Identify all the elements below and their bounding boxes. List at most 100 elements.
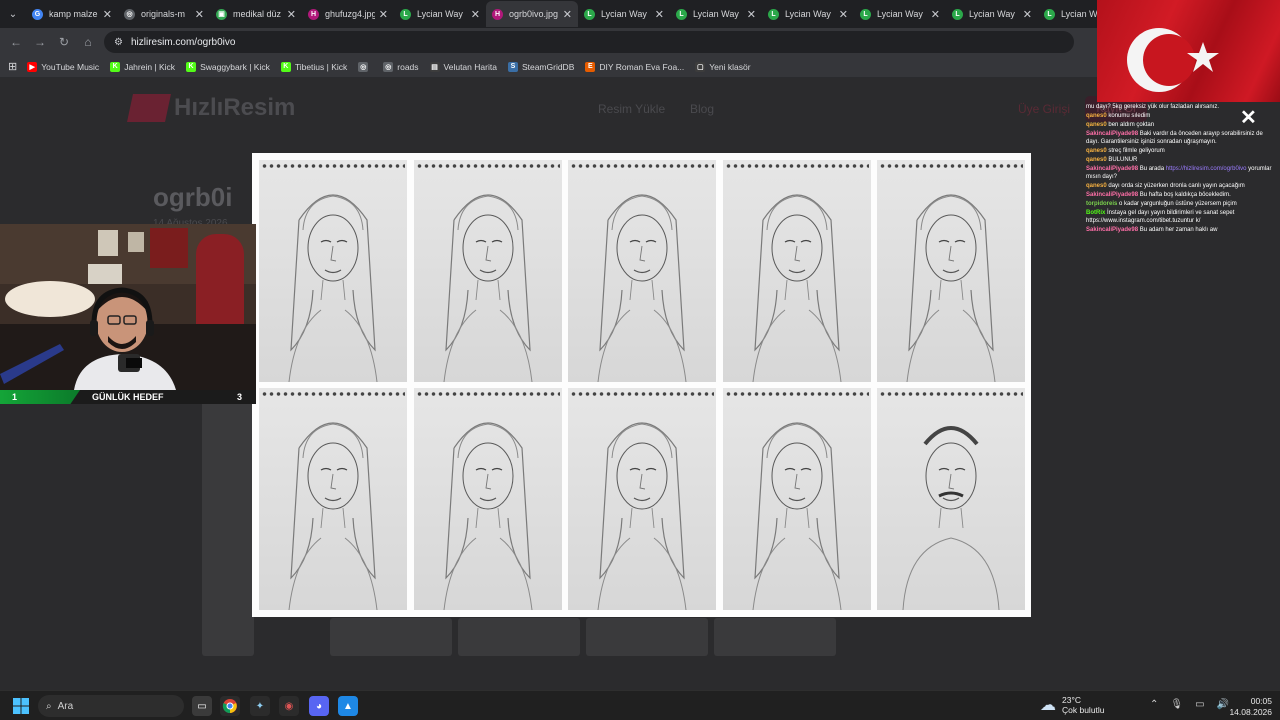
back-button[interactable]: ← (4, 35, 28, 49)
tab-close-icon[interactable]: ✕ (379, 8, 388, 21)
portrait-sketch (722, 160, 871, 382)
chat-text: Bu arada (1139, 166, 1165, 172)
tab-close-icon[interactable]: ✕ (839, 8, 848, 21)
browser-tab[interactable]: L Lycian Way ✕ (762, 1, 854, 27)
portrait-sketch (259, 388, 407, 610)
bookmark-item[interactable]: ◎ roads (383, 61, 419, 72)
chat-text: konumu sıledim (1108, 113, 1151, 119)
chat-message: SakincaliPiyade98 Baki vardır da önceden… (1086, 130, 1276, 146)
tab-favicon-icon: L (584, 8, 595, 20)
app-icon[interactable]: ◉ (279, 696, 299, 716)
nav-upload-link[interactable]: Resim Yükle (598, 102, 665, 116)
bookmark-item[interactable]: K Jahrein | Kick (110, 61, 175, 72)
tab-close-icon[interactable]: ✕ (747, 8, 756, 21)
chat-text: Bu hafta boş kaldıkça böcekledim. (1139, 192, 1231, 198)
nav-blog-link[interactable]: Blog (690, 102, 714, 116)
windows-start-icon[interactable] (13, 698, 29, 714)
weather-desc: Çok bulutlu (1062, 705, 1105, 715)
forward-button[interactable]: → (28, 35, 52, 49)
tab-favicon-icon: H (308, 8, 319, 20)
browser-tab[interactable]: L Lycian Way ✕ (394, 1, 486, 27)
chrome-icon[interactable] (220, 696, 240, 716)
bookmark-item[interactable]: K Swaggybark | Kick (186, 61, 270, 72)
chat-username: qanes0 (1086, 113, 1107, 119)
windows-taskbar: ⌕ Ara ▭ ✦ ◉ ◕ ▲ ☁ 23°C Çok bulutlu ⌃ 🎙 ▭… (0, 690, 1280, 720)
browser-tab[interactable]: Hghufuzg4.jpg ✕ (302, 1, 394, 27)
bookmark-item[interactable]: E DIY Roman Eva Foa... (585, 61, 685, 72)
home-button[interactable]: ⌂ (76, 35, 100, 49)
clock[interactable]: 00:05 14.08.2026 (1228, 696, 1272, 718)
settings-app-icon[interactable]: ✦ (250, 696, 270, 716)
apps-icon[interactable]: ⊞ (8, 60, 17, 73)
chat-username: SakincaliPiyade98 (1086, 166, 1139, 172)
tab-close-icon[interactable]: ✕ (1023, 8, 1032, 21)
chat-message: qanes0 streç filmle geliyorum (1086, 147, 1276, 155)
browser-tab[interactable]: ▣ medikal düz ✕ (210, 1, 302, 27)
site-info-icon[interactable]: ⚙ (114, 37, 123, 48)
close-icon[interactable]: ✕ (1240, 105, 1257, 130)
bookmark-icon: K (280, 61, 291, 72)
address-bar[interactable]: ⚙ hizliresim.com/ogrb0ivo (104, 31, 1074, 53)
browser-tab[interactable]: L Lycian Way ✕ (854, 1, 946, 27)
chat-username: qanes0 (1086, 157, 1107, 163)
tab-title: Lycian Way (877, 9, 923, 19)
bookmark-label: Swaggybark | Kick (200, 61, 270, 72)
browser-tab[interactable]: L Lycian Way ✕ (578, 1, 670, 27)
weather-widget[interactable]: ☁ 23°C Çok bulutlu (1040, 695, 1105, 715)
tab-search-button[interactable]: ⌄ (0, 0, 26, 28)
webcam-overlay (0, 224, 256, 390)
tab-close-icon[interactable]: ✕ (103, 8, 112, 21)
chat-username: BotRix (1086, 210, 1106, 216)
tab-close-icon[interactable]: ✕ (655, 8, 664, 21)
bookmark-label: Tibetius | Kick (294, 61, 348, 72)
browser-tab[interactable]: L Lycian Way ✕ (670, 1, 762, 27)
chat-message: qanes0 dayı orda siz yüzerken dronla can… (1086, 182, 1276, 190)
tab-close-icon[interactable]: ✕ (287, 8, 296, 21)
tab-close-icon[interactable]: ✕ (195, 8, 204, 21)
bookmark-item[interactable]: S SteamGridDB (507, 61, 575, 72)
site-logo[interactable]: HızlıResim (127, 94, 295, 122)
browser-tab[interactable]: Hogrb0ivo.jpg ✕ (486, 1, 578, 27)
reload-button[interactable]: ↻ (52, 35, 76, 49)
bookmark-label: SteamGridDB (521, 61, 575, 72)
tab-title: Lycian Way (785, 9, 831, 19)
chat-username: SakincaliPiyade98 (1086, 192, 1139, 198)
browser-tab[interactable]: ◎ originals-m ✕ (118, 1, 210, 27)
weather-temp: 23°C (1062, 695, 1081, 705)
bookmark-item[interactable]: K Tibetius | Kick (280, 61, 348, 72)
image-lightbox[interactable] (252, 153, 1031, 617)
bookmark-item[interactable]: ◎ (358, 61, 372, 72)
bookmarks-bar: ⊞ ▶ YouTube Music K Jahrein | Kick K Swaggyba… (0, 56, 1280, 78)
app-icon[interactable]: ▲ (338, 696, 358, 716)
chat-message: SakincaliPiyade98 Bu hafta boş kaldıkça … (1086, 191, 1276, 199)
chevron-up-icon[interactable]: ⌃ (1150, 699, 1158, 710)
background-image (714, 618, 836, 656)
chat-text: o kadar yargunluğun üstüne yüzersem piçi… (1119, 201, 1237, 207)
tab-favicon-icon: G (32, 8, 43, 20)
tab-favicon-icon: L (1044, 8, 1055, 20)
microphone-icon[interactable]: 🎙 (1170, 699, 1183, 710)
browser-tab[interactable]: Gkamp malze ✕ (26, 1, 118, 27)
chat-message: SakincaliPiyade98 Bu adam her zaman hakl… (1086, 226, 1276, 234)
discord-icon[interactable]: ◕ (309, 696, 329, 716)
tab-close-icon[interactable]: ✕ (931, 8, 940, 21)
chat-link[interactable]: https://hizliresim.com/ogrb0ivo (1166, 166, 1247, 172)
bookmark-item[interactable]: ▶ YouTube Music (27, 61, 99, 72)
chat-message: SakincaliPiyade98 Bu arada https://hizli… (1086, 165, 1276, 181)
bookmark-item[interactable]: ▤ Velutan Harita (429, 61, 497, 72)
bookmark-label: Yeni klasör (709, 61, 751, 72)
page-title: ogrb0i (153, 182, 233, 212)
bookmark-item[interactable]: ▢ Yeni klasör (695, 61, 751, 72)
login-link[interactable]: Üye Girişi (1018, 102, 1070, 116)
clock-date: 14.08.2026 (1229, 707, 1272, 717)
bookmark-label: DIY Roman Eva Foa... (599, 61, 685, 72)
file-explorer-icon[interactable]: ▭ (192, 696, 212, 716)
tab-close-icon[interactable]: ✕ (563, 8, 572, 21)
browser-tab[interactable]: L Lycian Way ✕ (946, 1, 1038, 27)
taskbar-search[interactable]: ⌕ Ara (38, 695, 184, 717)
chat-text: BULUNUR (1108, 157, 1138, 163)
bookmark-icon: ▤ (429, 61, 440, 72)
tab-favicon-icon: H (492, 8, 503, 20)
network-icon[interactable]: ▭ (1195, 699, 1204, 710)
tab-close-icon[interactable]: ✕ (471, 8, 480, 21)
